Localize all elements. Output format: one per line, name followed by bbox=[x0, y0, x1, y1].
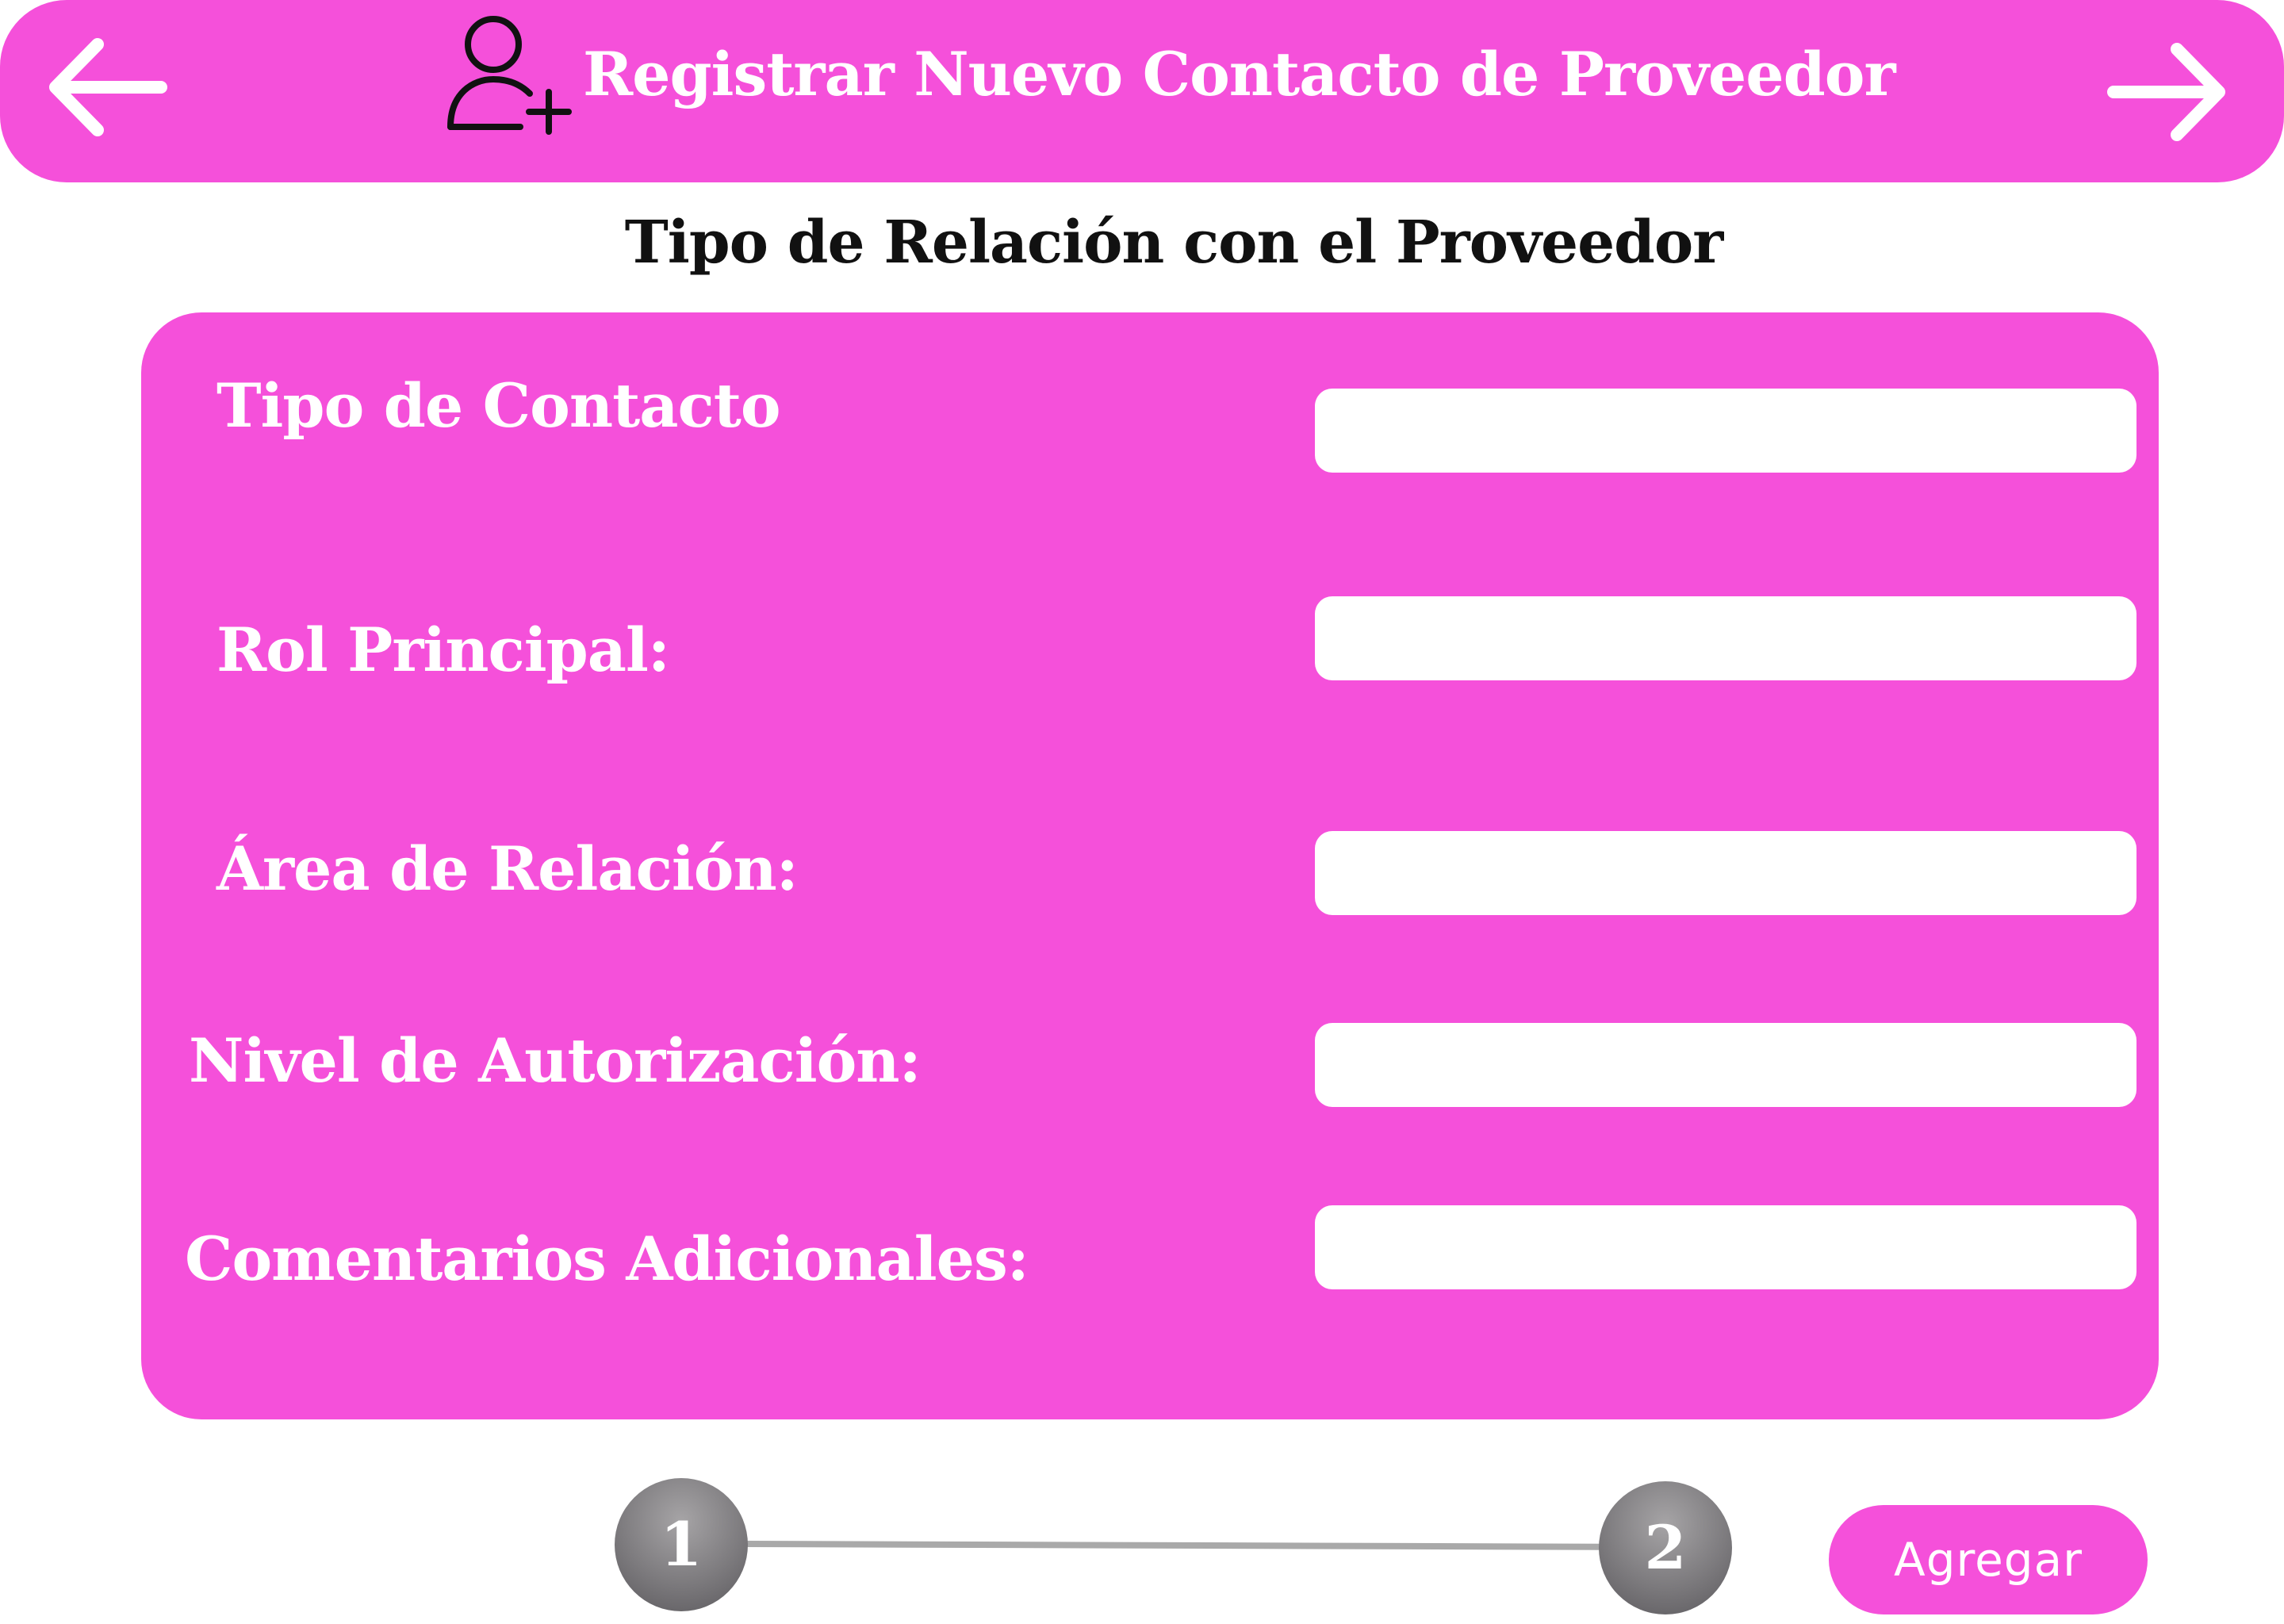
comentarios-adicionales-input[interactable] bbox=[1315, 1205, 2136, 1289]
rol-principal-input[interactable] bbox=[1315, 596, 2136, 680]
forward-arrow-icon[interactable] bbox=[2102, 30, 2236, 149]
area-relacion-input[interactable] bbox=[1315, 831, 2136, 915]
step-2-indicator[interactable]: 2 bbox=[1599, 1481, 1732, 1614]
stepper-connector-line bbox=[745, 1541, 1604, 1550]
form-panel: Tipo de Contacto Rol Principal: Área de … bbox=[141, 312, 2159, 1419]
rol-principal-label: Rol Principal: bbox=[217, 615, 670, 685]
header-bar: Registrar Nuevo Contacto de Proveedor bbox=[0, 0, 2284, 182]
user-add-icon bbox=[444, 6, 579, 141]
nivel-autorizacion-label: Nivel de Autorización: bbox=[189, 1025, 922, 1096]
section-title: Tipo de Relación con el Proveedor bbox=[624, 209, 1724, 277]
back-arrow-icon[interactable] bbox=[38, 30, 173, 149]
step-1-indicator[interactable]: 1 bbox=[615, 1478, 748, 1611]
area-relacion-label: Área de Relación: bbox=[217, 833, 799, 904]
comentarios-adicionales-label: Comentarios Adicionales: bbox=[185, 1224, 1029, 1294]
tipo-contacto-label: Tipo de Contacto bbox=[217, 370, 781, 441]
page-title: Registrar Nuevo Contacto de Proveedor bbox=[583, 39, 1895, 109]
add-button[interactable]: Agregar bbox=[1829, 1505, 2148, 1614]
nivel-autorizacion-input[interactable] bbox=[1315, 1023, 2136, 1107]
tipo-contacto-input[interactable] bbox=[1315, 389, 2136, 473]
